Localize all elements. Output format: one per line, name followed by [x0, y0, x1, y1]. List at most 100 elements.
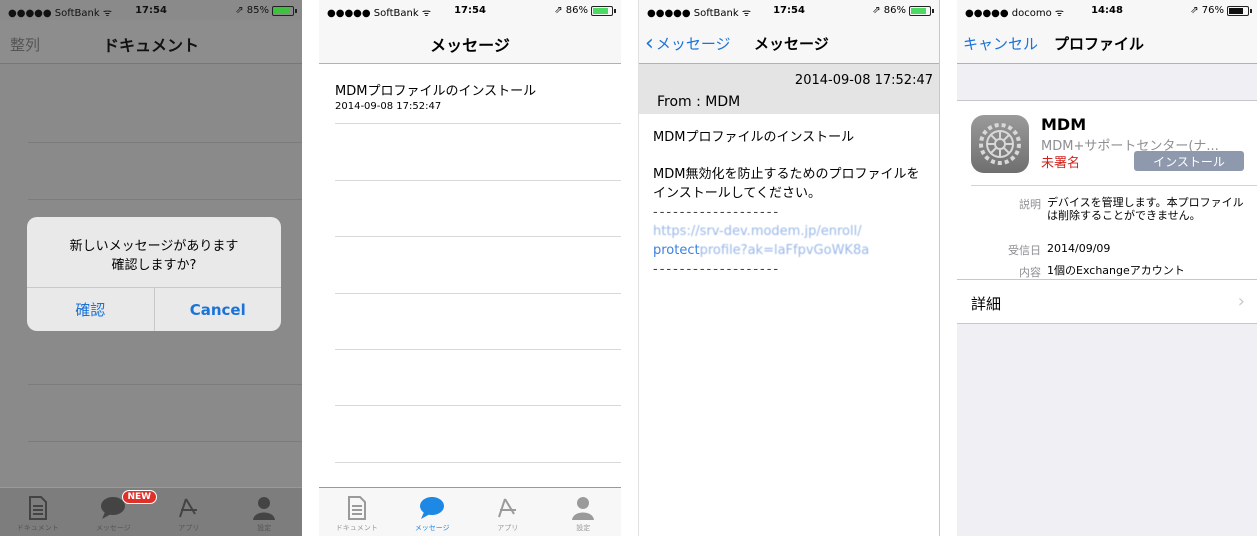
tab-label: メッセージ: [414, 524, 450, 532]
detail-row-description: 説明 デバイスを管理します。本プロファイルは削除することができません。: [957, 196, 1247, 222]
tab-settings[interactable]: 設定: [227, 488, 303, 536]
nav-bar: メッセージ: [319, 20, 621, 64]
battery-icon: [591, 5, 616, 16]
message-subject: MDMプロファイルのインストール: [653, 130, 855, 145]
app-store-icon: [495, 495, 521, 521]
nav-bar: ‹ メッセージ メッセージ: [639, 20, 939, 64]
chevron-left-icon: ‹: [645, 31, 654, 56]
alert-message: 新しいメッセージがあります 確認しますか?: [27, 237, 281, 275]
divider-dashes: -------------------: [653, 205, 781, 220]
message-date: 2014-09-08 17:52:47: [335, 101, 442, 112]
row-divider: [28, 199, 302, 200]
more-details-label: 詳細: [971, 295, 1002, 313]
row-divider: [28, 441, 302, 442]
divider-dashes: -------------------: [653, 262, 781, 277]
battery-icon: [272, 5, 297, 16]
battery-indicator: ⇗ 76%: [1190, 5, 1252, 16]
status-bar: ●●●●● SoftBank ᯤ 17:54 ⇗ 86%: [639, 0, 939, 20]
status-bar: ●●●●● docomo ᯤ 14:48 ⇗ 76%: [957, 0, 1257, 20]
new-message-alert: 新しいメッセージがあります 確認しますか? 確認 Cancel: [27, 217, 281, 331]
tab-bar: ドキュメント NEW メッセージ アプリ 設定: [0, 487, 302, 536]
tab-apps[interactable]: アプリ: [470, 488, 546, 536]
tab-label: ドキュメント: [16, 524, 59, 532]
tab-label: 設定: [576, 524, 591, 532]
battery-indicator: ⇗ 86%: [872, 5, 934, 16]
nav-bar: キャンセル プロファイル: [957, 20, 1257, 64]
chevron-right-icon: ›: [1237, 291, 1245, 312]
alert-buttons: 確認 Cancel: [27, 287, 281, 331]
battery-label: ⇗ 86%: [554, 5, 588, 16]
detail-key: 説明: [1019, 198, 1041, 211]
tab-label: ドキュメント: [335, 524, 378, 532]
page-title: メッセージ: [430, 36, 510, 55]
message-header: 2014-09-08 17:52:47 From : MDM: [639, 64, 939, 114]
detail-key: 受信日: [1008, 244, 1041, 257]
battery-label: ⇗ 86%: [872, 5, 906, 16]
cancel-button[interactable]: キャンセル: [963, 33, 1038, 54]
nav-bar: 整列 ドキュメント: [0, 20, 302, 64]
status-bar: ●●●●● SoftBank ᯤ 17:54 ⇗ 86%: [319, 0, 621, 20]
row-divider: [335, 236, 621, 237]
detail-value: 2014/09/09: [1047, 242, 1111, 255]
tab-label: メッセージ: [95, 524, 131, 532]
row-divider: [335, 293, 621, 294]
battery-icon: [909, 5, 934, 16]
enroll-link[interactable]: https://srv-dev.modem.jp/enroll/ protect…: [653, 222, 925, 260]
document-icon: [25, 495, 51, 521]
person-icon: [570, 495, 596, 521]
battery-indicator: ⇗ 86%: [554, 5, 616, 16]
link-line-2a: protect: [653, 243, 700, 258]
message-body: MDMプロファイルのインストール MDM無効化を防止するためのプロファイルをイン…: [653, 128, 925, 279]
detail-row-received: 受信日 2014/09/09: [957, 242, 1247, 258]
person-icon: [251, 495, 277, 521]
row-divider: [28, 384, 302, 385]
settings-gear-icon: [971, 115, 1029, 173]
cancel-button[interactable]: Cancel: [153, 288, 282, 331]
battery-label: ⇗ 85%: [235, 5, 269, 16]
detail-row-contents: 内容 1個のExchangeアカウント: [957, 264, 1247, 280]
tab-label: 設定: [257, 524, 272, 532]
tab-apps[interactable]: アプリ: [151, 488, 227, 536]
tab-messages[interactable]: NEW メッセージ: [76, 488, 158, 536]
install-button[interactable]: インストール: [1134, 151, 1244, 171]
tab-messages[interactable]: メッセージ: [395, 488, 471, 536]
row-divider: [335, 180, 621, 181]
page-title: メッセージ: [754, 35, 829, 53]
battery-indicator: ⇗ 85%: [235, 5, 297, 16]
list-item[interactable]: MDMプロファイルのインストール 2014-09-08 17:52:47: [335, 80, 536, 112]
row-divider: [28, 142, 302, 143]
detail-value: 1個のExchangeアカウント: [1047, 264, 1185, 277]
row-divider: [335, 123, 621, 124]
unsigned-status: 未署名: [1041, 156, 1081, 171]
screen-profile: ●●●●● docomo ᯤ 14:48 ⇗ 76% キャンセル プロファイル …: [957, 0, 1257, 536]
tab-documents[interactable]: ドキュメント: [0, 488, 76, 536]
tab-documents[interactable]: ドキュメント: [319, 488, 395, 536]
alert-line-1: 新しいメッセージがあります: [69, 239, 239, 254]
row-divider: [335, 349, 621, 350]
link-line-1: https://srv-dev.modem.jp/enroll/: [653, 224, 862, 239]
profile-card: MDM MDM+サポートセンター(ナ... 未署名 インストール 説明 デバイス…: [957, 100, 1257, 280]
back-label: メッセージ: [655, 35, 731, 53]
screen-message-detail: ●●●●● SoftBank ᯤ 17:54 ⇗ 86% ‹ メッセージ メッセ…: [638, 0, 940, 536]
row-divider: [335, 462, 621, 463]
app-store-icon: [176, 495, 202, 521]
link-line-2b: profile?ak=laFfpvGoWK8a: [699, 243, 870, 258]
more-details-row[interactable]: 詳細 ›: [957, 280, 1257, 324]
back-button[interactable]: ‹ メッセージ: [645, 31, 731, 56]
confirm-button[interactable]: 確認: [27, 288, 154, 331]
status-bar: ●●●●● SoftBank ᯤ 17:54 ⇗ 85%: [0, 0, 302, 20]
screen-message-list: ●●●●● SoftBank ᯤ 17:54 ⇗ 86% メッセージ MDMプロ…: [319, 0, 621, 536]
page-title: ドキュメント: [102, 36, 199, 55]
screen-documents-alert: ●●●●● SoftBank ᯤ 17:54 ⇗ 85% 整列 ドキュメント 新…: [0, 0, 302, 536]
profile-name: MDM: [1041, 115, 1087, 134]
tab-label: アプリ: [178, 524, 200, 532]
message-sender: From : MDM: [657, 94, 741, 110]
battery-label: ⇗ 76%: [1190, 5, 1224, 16]
message-title: MDMプロファイルのインストール: [335, 84, 537, 99]
speech-bubble-icon: [419, 495, 445, 521]
tab-bar: ドキュメント メッセージ アプリ 設定: [319, 487, 621, 536]
page-title: プロファイル: [1054, 35, 1145, 53]
message-text: MDM無効化を防止するためのプロファイルをインストールしてください。: [653, 167, 920, 201]
tab-settings[interactable]: 設定: [546, 488, 622, 536]
tab-label: アプリ: [497, 524, 519, 532]
